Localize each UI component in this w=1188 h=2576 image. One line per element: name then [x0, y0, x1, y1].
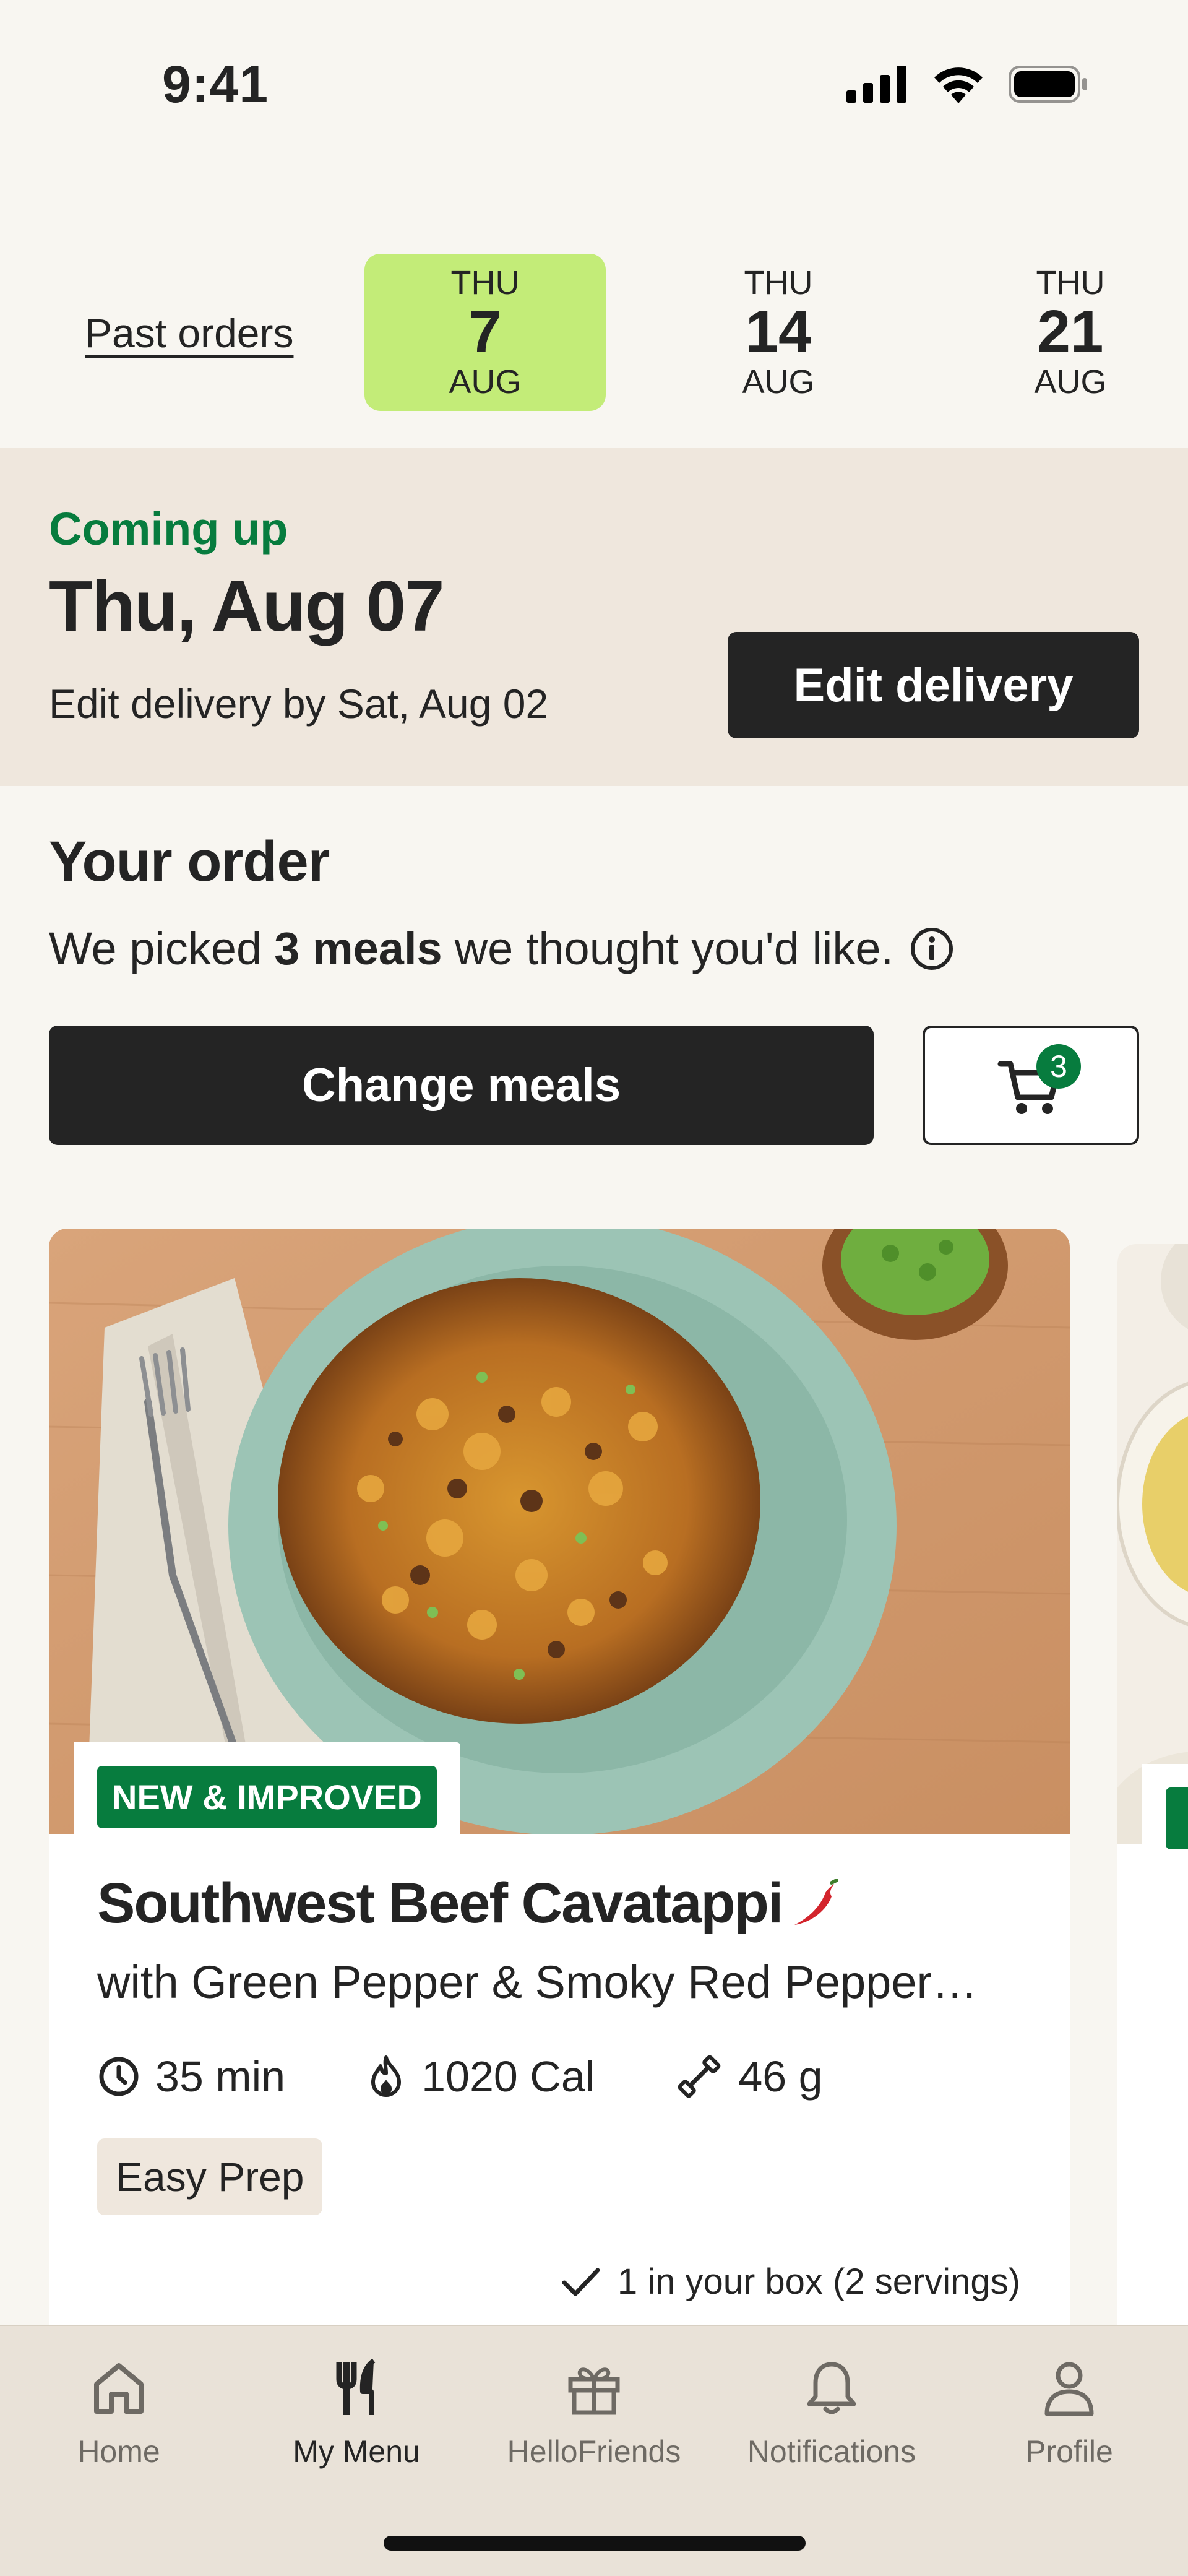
- delivery-date-selector: Past orders THU 7 AUG THU 14 AUG THU 21 …: [0, 254, 1188, 415]
- tab-notifications[interactable]: Notifications: [713, 2357, 950, 2470]
- cart-button[interactable]: 3: [923, 1026, 1139, 1145]
- meal-protein-value: 46 g: [738, 2052, 823, 2101]
- easy-prep-tag: Easy Prep: [97, 2138, 323, 2215]
- date-chip-dow: THU: [1036, 264, 1105, 301]
- cart-count-badge: 3: [1036, 1044, 1081, 1089]
- fork-knife-icon: [336, 2358, 376, 2415]
- next-meal-tag: [1166, 1787, 1188, 1849]
- dumbbell-icon: [678, 2055, 721, 2098]
- info-icon[interactable]: [910, 927, 954, 971]
- meal-tag-container: NEW & IMPROVED: [74, 1742, 460, 1847]
- date-chip-dow: THU: [744, 264, 813, 301]
- bell-icon: [807, 2362, 856, 2414]
- edit-delivery-button[interactable]: Edit delivery: [728, 632, 1139, 738]
- tab-label: HelloFriends: [507, 2434, 681, 2469]
- person-icon: [1044, 2362, 1094, 2416]
- order-description: We picked 3 meals we thought you'd like.: [49, 922, 954, 975]
- order-desc-suffix: we thought you'd like.: [454, 923, 894, 974]
- date-chip-dow: THU: [450, 264, 520, 301]
- tab-home[interactable]: Home: [0, 2357, 238, 2470]
- meal-calories: 1020 Cal: [366, 2052, 595, 2101]
- status-icons: [846, 65, 1089, 103]
- meal-stats: 35 min 1020 Cal 46 g: [97, 2052, 903, 2101]
- tab-label: Profile: [1025, 2434, 1113, 2469]
- chili-pepper-icon: [791, 1878, 840, 1929]
- next-meal-photo: [1117, 1244, 1188, 1844]
- meal-protein: 46 g: [675, 2052, 823, 2101]
- meal-time: 35 min: [97, 2052, 285, 2101]
- coming-up-banner: Coming up Thu, Aug 07 Edit delivery by S…: [0, 448, 1188, 786]
- edit-deadline-text: Edit delivery by Sat, Aug 02: [49, 681, 549, 727]
- date-chip-day: 14: [745, 298, 812, 365]
- meal-time-value: 35 min: [155, 2052, 286, 2101]
- tab-label: My Menu: [293, 2434, 420, 2469]
- cellular-signal-icon: [846, 66, 906, 103]
- checkmark-icon: [562, 2268, 600, 2296]
- battery-icon: [1009, 66, 1087, 103]
- change-meals-button[interactable]: Change meals: [49, 1026, 874, 1145]
- date-chip-day: 7: [468, 298, 502, 365]
- gift-icon: [568, 2367, 620, 2415]
- coming-up-label: Coming up: [49, 503, 288, 555]
- tab-label: Home: [77, 2434, 160, 2469]
- status-time: 9:41: [162, 55, 269, 113]
- date-chip-month: AUG: [1034, 363, 1107, 400]
- wifi-icon: [934, 67, 983, 103]
- next-meal-card[interactable]: [1117, 1244, 1188, 2343]
- home-icon: [94, 2363, 144, 2414]
- date-chip-aug-14[interactable]: THU 14 AUG: [658, 254, 899, 411]
- your-order-heading: Your order: [49, 830, 330, 893]
- clock-icon: [99, 2057, 139, 2096]
- delivery-date-heading: Thu, Aug 07: [49, 566, 444, 646]
- order-desc-meal-count: 3 meals: [274, 923, 442, 974]
- date-chip-month: AUG: [449, 363, 522, 400]
- home-indicator[interactable]: [384, 2536, 806, 2551]
- meal-card[interactable]: NEW & IMPROVED Southwest Beef Cavatappi …: [49, 1229, 1070, 2343]
- date-chip-aug-21[interactable]: THU 21 AUG: [950, 254, 1188, 411]
- tab-my-menu[interactable]: My Menu: [238, 2357, 475, 2470]
- past-orders-link[interactable]: Past orders: [85, 309, 293, 357]
- new-improved-tag: NEW & IMPROVED: [97, 1766, 437, 1828]
- tab-profile[interactable]: Profile: [950, 2357, 1188, 2470]
- in-box-text: 1 in your box (2 servings): [617, 2262, 1020, 2302]
- meal-subtitle: with Green Pepper & Smoky Red Pepper…: [97, 1956, 978, 2008]
- meal-title: Southwest Beef Cavatappi: [97, 1871, 840, 1936]
- date-chip-aug-7[interactable]: THU 7 AUG: [364, 254, 606, 411]
- flame-icon: [371, 2055, 402, 2097]
- tab-label: Notifications: [747, 2434, 916, 2469]
- date-chip-month: AUG: [742, 363, 815, 400]
- tab-hellofriends[interactable]: HelloFriends: [475, 2357, 713, 2470]
- status-bar: 9:41: [0, 0, 1188, 173]
- in-box-status: 1 in your box (2 servings): [562, 2261, 1020, 2302]
- order-desc-prefix: We picked: [49, 923, 262, 974]
- meal-calories-value: 1020 Cal: [421, 2052, 595, 2101]
- meal-title-text: Southwest Beef Cavatappi: [97, 1872, 783, 1935]
- date-chip-day: 21: [1037, 298, 1104, 365]
- next-meal-tag-container: [1142, 1764, 1188, 1857]
